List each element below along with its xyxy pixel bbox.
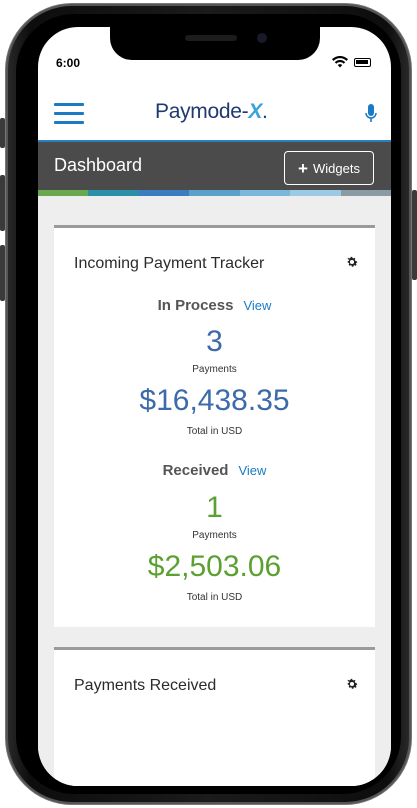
in-process-header: In Process View — [54, 297, 375, 315]
gear-icon[interactable] — [345, 255, 359, 269]
in-process-amount-label: Total in USD — [186, 426, 243, 437]
gear-icon[interactable] — [345, 677, 359, 691]
widgets-button-label: Widgets — [312, 160, 360, 176]
volume-up-button — [0, 175, 5, 231]
in-process-count: 3 — [206, 325, 223, 358]
wifi-icon — [332, 56, 348, 68]
received-count-label: Payments — [192, 530, 237, 541]
in-process-view-link[interactable]: View — [243, 298, 271, 313]
card-title: Incoming Payment Tracker — [74, 255, 265, 272]
speaker-grille — [185, 35, 237, 41]
payments-received-card: Payments Received — [54, 647, 375, 786]
dashboard-content[interactable]: Incoming Payment Tracker In Process View … — [38, 196, 391, 786]
received-view-link[interactable]: View — [238, 463, 266, 478]
brand-logo: Paymode-X. — [155, 100, 268, 124]
widgets-button[interactable]: + Widgets — [284, 151, 374, 185]
received-count: 1 — [206, 491, 223, 524]
mute-switch — [0, 118, 5, 148]
in-process-label: In Process — [157, 297, 234, 314]
brand-name: Paymode- — [155, 100, 249, 123]
status-time: 6:00 — [56, 56, 81, 70]
incoming-payment-tracker-card: Incoming Payment Tracker In Process View … — [54, 225, 375, 627]
card-title: Payments Received — [74, 677, 217, 694]
front-camera — [257, 33, 267, 43]
volume-down-button — [0, 245, 5, 301]
brand-x: X — [248, 100, 263, 123]
phone-screen: 6:00 Paymode-X. Dashboard + Widgets Inco… — [38, 27, 391, 786]
dashboard-bar: Dashboard + Widgets — [38, 140, 391, 190]
microphone-icon[interactable] — [365, 104, 377, 124]
battery-icon — [354, 58, 371, 67]
plus-icon: + — [298, 158, 308, 178]
notch — [110, 27, 320, 60]
hamburger-icon[interactable] — [54, 103, 84, 125]
received-amount: $2,503.06 — [147, 550, 282, 583]
power-button — [412, 190, 417, 280]
brand-dot: . — [262, 100, 268, 123]
received-label: Received — [162, 462, 229, 479]
in-process-amount: $16,438.35 — [139, 384, 290, 417]
received-header: Received View — [54, 462, 375, 480]
in-process-count-label: Payments — [192, 364, 237, 375]
app-header: Paymode-X. — [38, 89, 391, 140]
page-title: Dashboard — [54, 155, 143, 175]
received-amount-label: Total in USD — [186, 592, 243, 603]
